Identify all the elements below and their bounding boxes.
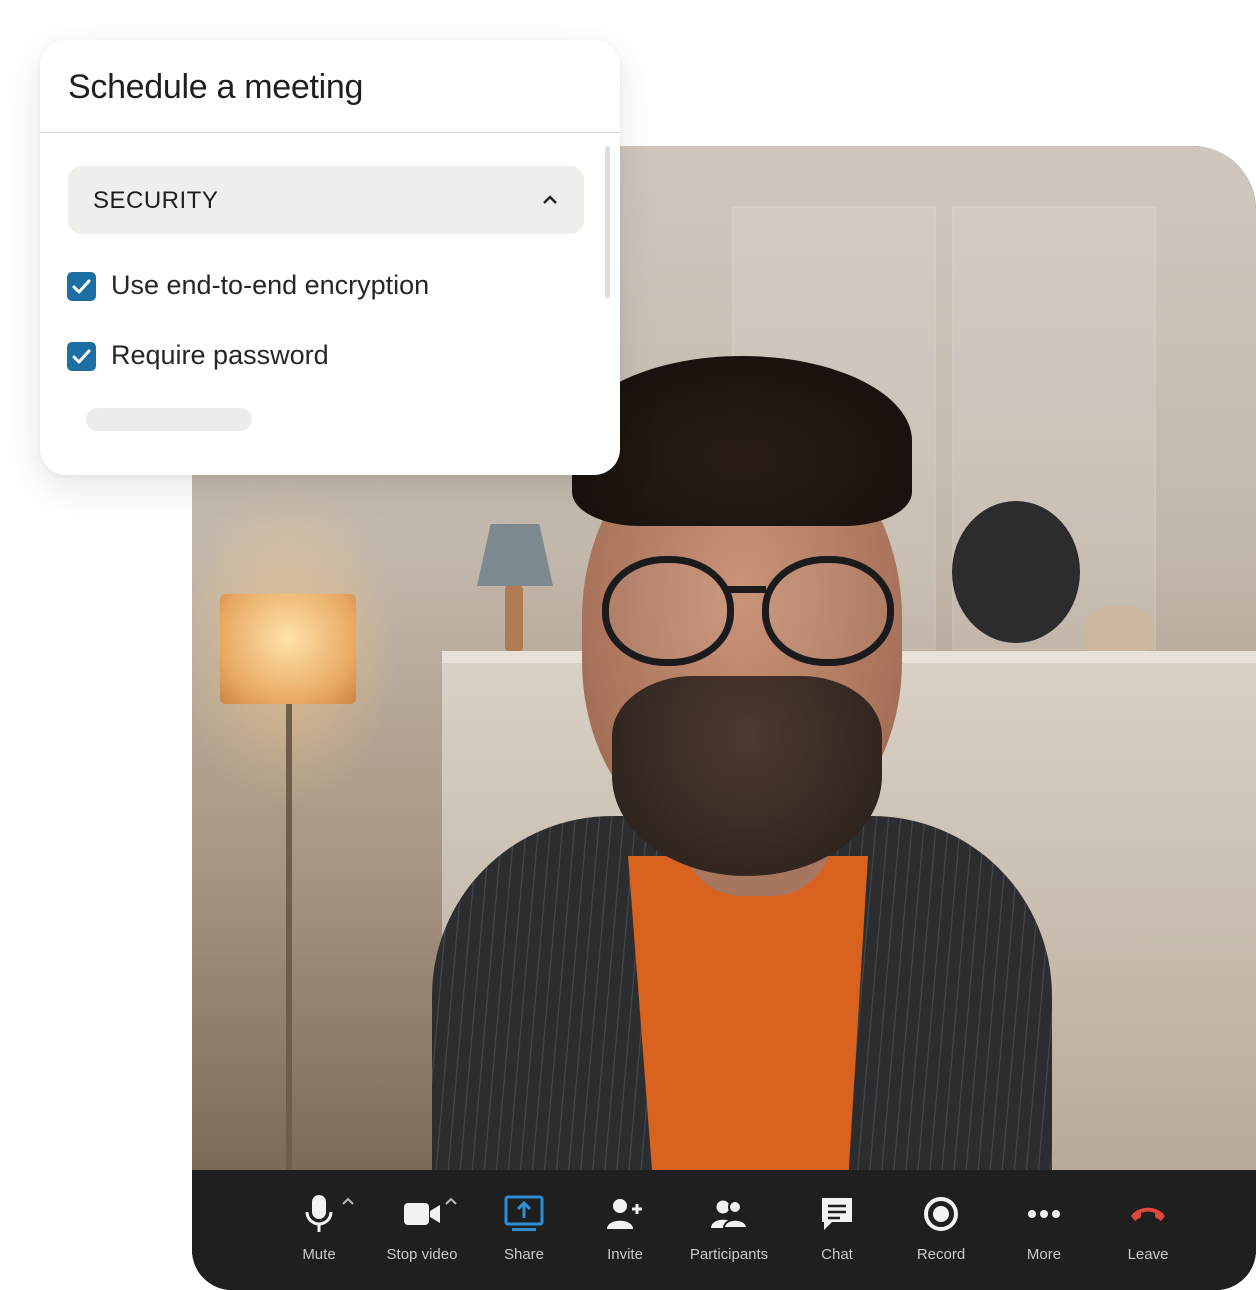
chevron-up-icon[interactable] (443, 1194, 459, 1208)
share-button[interactable]: Share (474, 1192, 574, 1272)
beard (612, 676, 882, 876)
leave-button[interactable]: Leave (1098, 1192, 1198, 1272)
chevron-up-icon[interactable] (340, 1194, 356, 1208)
more-dots-icon (994, 1192, 1094, 1236)
chevron-up-icon (543, 195, 557, 204)
floor-lamp-pole (286, 704, 292, 1170)
mute-label: Mute (302, 1246, 336, 1263)
record-label: Record (916, 1246, 966, 1263)
glasses (602, 556, 894, 666)
participants-icon (679, 1192, 779, 1236)
mute-button[interactable]: Mute (269, 1192, 369, 1272)
meeting-toolbar: Mute Stop video Share Invite Participant… (192, 1170, 1256, 1290)
participants-label: Participants (689, 1246, 769, 1263)
record-icon (891, 1192, 991, 1236)
checkmark-icon (72, 349, 91, 364)
hair (572, 356, 912, 526)
stop-video-button[interactable]: Stop video (372, 1192, 472, 1272)
more-button[interactable]: More (994, 1192, 1094, 1272)
checkmark-icon (72, 279, 91, 294)
vase (1084, 606, 1154, 651)
schedule-meeting-dialog: Schedule a meeting SECURITY Use end-to-e… (40, 40, 620, 475)
invite-button[interactable]: Invite (575, 1192, 675, 1272)
security-section-header[interactable]: SECURITY (68, 166, 584, 234)
chat-label: Chat (821, 1246, 853, 1263)
record-button[interactable]: Record (891, 1192, 991, 1272)
password-label: Require password (111, 340, 329, 370)
encryption-label: Use end-to-end encryption (111, 270, 430, 300)
floor-lamp-shade (220, 594, 356, 704)
invite-label: Invite (607, 1246, 643, 1263)
orange-sweater (628, 856, 868, 1170)
share-screen-icon (474, 1192, 574, 1236)
divider (40, 132, 620, 133)
chat-button[interactable]: Chat (787, 1192, 887, 1272)
dialog-title: Schedule a meeting (68, 68, 364, 106)
section-title: SECURITY (93, 187, 219, 214)
leave-label: Leave (1127, 1246, 1169, 1263)
password-checkbox[interactable] (67, 342, 96, 371)
encryption-checkbox[interactable] (67, 272, 96, 301)
more-label: More (1026, 1246, 1062, 1263)
participants-button[interactable]: Participants (679, 1192, 779, 1272)
loading-placeholder (86, 408, 252, 431)
hang-up-icon (1098, 1192, 1198, 1236)
chat-icon (787, 1192, 887, 1236)
scrollbar[interactable] (605, 146, 610, 298)
add-person-icon (575, 1192, 675, 1236)
